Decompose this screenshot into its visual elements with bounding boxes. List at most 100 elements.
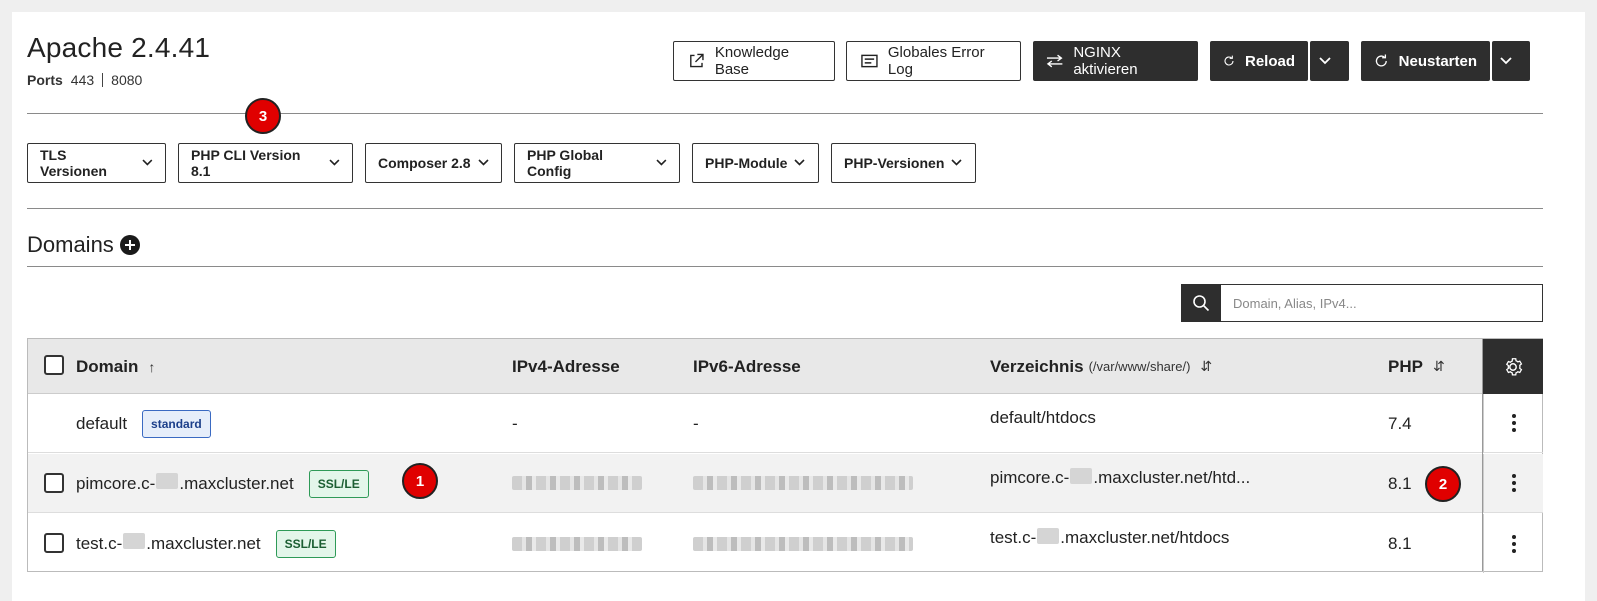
domain-suffix: .maxcluster.net [179, 474, 294, 493]
php-versions-dropdown[interactable]: PHP-Versionen [831, 143, 976, 183]
column-settings-button[interactable] [1483, 339, 1543, 394]
redacted-ipv6 [693, 537, 913, 551]
redacted-ipv6 [693, 476, 913, 490]
redacted-text [1037, 528, 1060, 544]
column-label: PHP [1388, 356, 1423, 376]
restart-options-button[interactable] [1492, 41, 1530, 81]
search-icon [1193, 295, 1210, 312]
port-value: 443 [70, 72, 95, 88]
gear-icon [1505, 357, 1523, 376]
column-directory[interactable]: Verzeichnis (/var/www/share/) ⇵ [990, 339, 1212, 394]
row-menu-button[interactable] [1483, 394, 1543, 453]
ipv6-cell: - [693, 413, 699, 433]
domain-prefix: pimcore.c- [76, 474, 156, 493]
restart-button[interactable]: Neustarten [1361, 41, 1490, 81]
table-row[interactable]: pimcore.c- .maxcluster.net SSL/LE pimcore… [28, 454, 1483, 513]
annotation-marker: 2 [1425, 466, 1461, 502]
column-php[interactable]: PHP ⇵ [1388, 339, 1445, 394]
domain-cell: test.c- .maxcluster.net SSL/LE [76, 514, 336, 573]
php-cli-version-dropdown[interactable]: PHP CLI Version 8.1 [178, 143, 353, 183]
divider [27, 208, 1543, 209]
redacted-ipv4 [512, 537, 642, 551]
swap-icon [1046, 54, 1063, 68]
redacted-ipv4 [512, 476, 642, 490]
directory-prefix: pimcore.c- [990, 468, 1070, 487]
ssl-badge: SSL/LE [308, 469, 369, 498]
column-label: Verzeichnis [990, 356, 1084, 376]
select-all-checkbox[interactable] [44, 355, 64, 375]
more-vertical-icon [1511, 414, 1516, 432]
directory-cell: pimcore.c- .maxcluster.net/htd... [990, 454, 1250, 513]
php-global-config-dropdown[interactable]: PHP Global Config [514, 143, 680, 183]
php-modules-dropdown[interactable]: PHP-Module [692, 143, 819, 183]
dropdown-label: PHP Global Config [527, 147, 603, 179]
domain-cell: pimcore.c- .maxcluster.net SSL/LE [76, 454, 369, 513]
reload-label: Reload [1244, 52, 1295, 70]
domains-title: Domains [27, 232, 114, 257]
divider [27, 266, 1543, 267]
standard-badge: standard [142, 409, 211, 438]
restart-icon [1375, 54, 1387, 67]
column-hint: (/var/www/share/) [1088, 359, 1191, 374]
chevron-down-icon [329, 159, 340, 166]
column-label: IPv6-Adresse [693, 356, 801, 376]
domains-table: Domain ↑ IPv4-Adresse IPv6-Adresse Verze… [27, 338, 1543, 573]
ports-info: Ports 443 8080 [27, 72, 142, 88]
dropdown-label: PHP-Module [705, 155, 788, 171]
chevron-down-icon [1500, 57, 1512, 65]
dropdown-label: Composer 2.8 [378, 155, 471, 171]
sort-icon[interactable]: ⇵ [1433, 358, 1445, 375]
php-cell: 8.1 [1388, 533, 1412, 553]
more-vertical-icon [1511, 534, 1516, 553]
chevron-down-icon [142, 159, 153, 166]
sort-icon[interactable]: ⇵ [1200, 358, 1212, 375]
chevron-down-icon [478, 159, 489, 166]
apache-panel: Apache 2.4.41 Ports 443 8080 Knowledge B… [12, 12, 1585, 601]
external-link-icon [690, 53, 704, 68]
search-input[interactable] [1221, 284, 1543, 322]
domain-name[interactable]: default [76, 414, 127, 434]
port-value: 8080 [111, 72, 143, 88]
search-button[interactable] [1181, 284, 1221, 322]
nginx-activate-button[interactable]: NGINX aktivieren [1033, 41, 1198, 81]
domain-cell: default standard [76, 394, 211, 453]
dropdown-label: PHP-Versionen [844, 155, 945, 171]
row-menu-button[interactable] [1483, 514, 1543, 573]
sort-ascending-icon[interactable]: ↑ [148, 359, 155, 375]
add-domain-icon[interactable] [119, 235, 140, 255]
domain-name[interactable]: test.c- .maxcluster.net [76, 533, 261, 554]
table-row[interactable]: test.c- .maxcluster.net SSL/LE test.c- .ma… [28, 514, 1483, 573]
column-label: Domain [76, 356, 139, 376]
composer-dropdown[interactable]: Composer 2.8 [365, 143, 502, 183]
directory-suffix: .maxcluster.net/htd... [1093, 468, 1251, 487]
php-cell: 8.1 [1388, 473, 1412, 493]
row-checkbox[interactable] [44, 473, 64, 493]
reload-icon [1224, 55, 1234, 66]
redacted-text [1070, 468, 1093, 484]
directory-cell: test.c- .maxcluster.net/htdocs [990, 514, 1229, 573]
table-header: Domain ↑ IPv4-Adresse IPv6-Adresse Verze… [28, 339, 1483, 394]
row-menu-button[interactable] [1483, 454, 1543, 513]
dropdown-label: PHP CLI Version 8.1 [191, 147, 301, 179]
table-row[interactable]: default standard - - default/htdocs 7.4 [28, 394, 1483, 453]
ssl-badge: SSL/LE [275, 529, 336, 558]
error-log-button[interactable]: Globales Error Log [846, 41, 1021, 81]
dropdown-label: TLS Versionen [40, 147, 107, 179]
annotation-marker: 1 [402, 463, 438, 499]
knowledge-base-button[interactable]: Knowledge Base [673, 41, 835, 81]
ipv4-cell: - [512, 413, 518, 433]
restart-label: Neustarten [1398, 52, 1477, 70]
reload-options-button[interactable] [1310, 41, 1349, 81]
annotation-marker: 3 [245, 98, 281, 134]
php-cell: 7.4 [1388, 413, 1412, 433]
directory-suffix: .maxcluster.net/htdocs [1060, 528, 1230, 547]
port-divider [102, 73, 104, 87]
column-divider [1482, 339, 1483, 571]
chevron-down-icon [656, 159, 667, 166]
column-ipv6: IPv6-Adresse [693, 339, 801, 394]
reload-button[interactable]: Reload [1210, 41, 1308, 81]
row-checkbox[interactable] [44, 533, 64, 553]
tls-versions-dropdown[interactable]: TLS Versionen [27, 143, 166, 183]
domain-name[interactable]: pimcore.c- .maxcluster.net [76, 473, 294, 494]
column-domain[interactable]: Domain ↑ [76, 339, 155, 394]
